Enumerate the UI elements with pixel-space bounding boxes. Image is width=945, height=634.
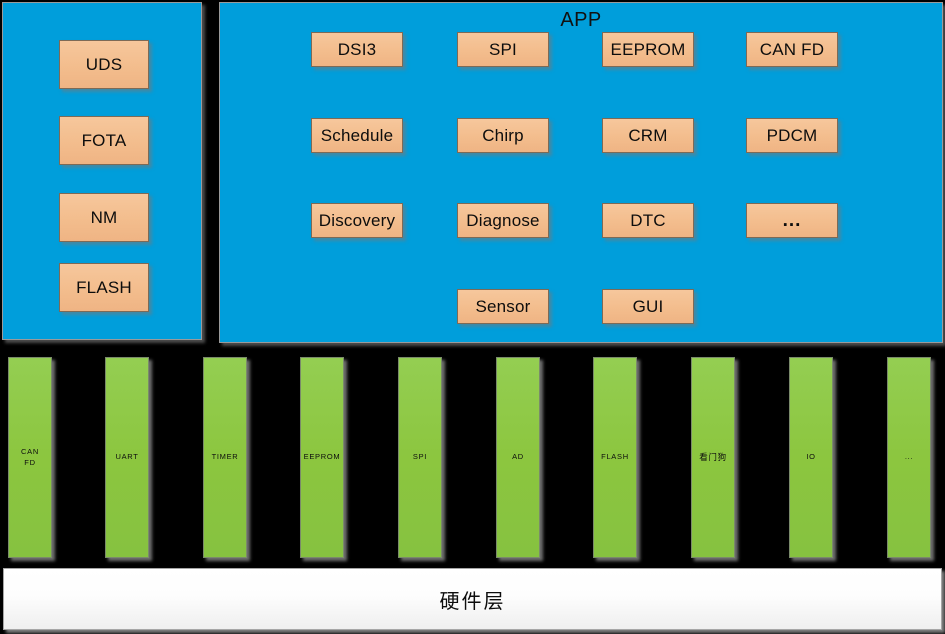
app-module-label: EEPROM [610, 39, 686, 59]
driver-label-line1: ... [904, 452, 914, 462]
driver-label-line1: EEPROM [303, 452, 341, 462]
driver-bar-timer[interactable]: TIMER [203, 357, 247, 558]
driver-bar-more[interactable]: ... [887, 357, 931, 558]
service-box-uds[interactable]: UDS [59, 40, 149, 89]
driver-label-line1: CAN [21, 446, 39, 456]
driver-label: UART [115, 452, 138, 463]
app-module-dsi3[interactable]: DSI3 [311, 32, 403, 67]
driver-label: EEPROM [304, 452, 341, 463]
app-module-label: DSI3 [337, 39, 377, 59]
hardware-layer-label: 硬件层 [439, 590, 506, 613]
app-module-sensor[interactable]: Sensor [457, 289, 549, 324]
service-box-nm[interactable]: NM [59, 193, 149, 242]
driver-bar-eeprom[interactable]: EEPROM [300, 357, 344, 558]
driver-label-line1: 看门狗 [699, 452, 727, 463]
app-module-diagnose[interactable]: Diagnose [457, 203, 549, 238]
service-label: NM [90, 207, 118, 227]
app-module-spi[interactable]: SPI [457, 32, 549, 67]
driver-label-line1: SPI [412, 452, 428, 462]
app-module-label: CRM [628, 125, 668, 145]
driver-bar-watchdog[interactable]: 看门狗 [691, 357, 735, 558]
driver-label-line2: FD [24, 457, 36, 467]
architecture-diagram: UDS FOTA NM FLASH APP DSI3 SPI EEPROM CA… [0, 0, 945, 634]
driver-bar-io[interactable]: IO [789, 357, 833, 558]
services-panel: UDS FOTA NM FLASH [2, 2, 202, 340]
service-label: FOTA [81, 130, 127, 150]
driver-label-line1: IO [806, 452, 816, 462]
driver-label: IO [806, 452, 815, 463]
app-module-more[interactable]: ... [746, 203, 838, 238]
app-module-discovery[interactable]: Discovery [311, 203, 403, 238]
driver-bar-flash[interactable]: FLASH [593, 357, 637, 558]
driver-label: 看门狗 [699, 451, 727, 463]
app-module-crm[interactable]: CRM [602, 118, 694, 153]
app-module-label: DTC [630, 210, 666, 230]
app-module-pdcm[interactable]: PDCM [746, 118, 838, 153]
driver-label-line1: UART [115, 452, 139, 462]
driver-label: CAN FD [21, 447, 39, 469]
app-module-label: Chirp [482, 125, 524, 145]
app-module-gui[interactable]: GUI [602, 289, 694, 324]
app-module-label: Discovery [318, 210, 396, 230]
app-module-label: Sensor [475, 296, 531, 316]
driver-label: FLASH [601, 452, 629, 463]
hardware-layer-bar: 硬件层 [3, 568, 942, 630]
driver-label: SPI [413, 452, 427, 463]
driver-label-line1: TIMER [211, 452, 239, 462]
app-module-label: Schedule [320, 125, 394, 145]
driver-label: AD [512, 452, 524, 463]
driver-bar-spi[interactable]: SPI [398, 357, 442, 558]
driver-bar-uart[interactable]: UART [105, 357, 149, 558]
driver-bar-can-fd[interactable]: CAN FD [8, 357, 52, 558]
driver-bar-ad[interactable]: AD [496, 357, 540, 558]
app-module-label: SPI [488, 39, 517, 59]
app-module-chirp[interactable]: Chirp [457, 118, 549, 153]
service-box-flash[interactable]: FLASH [59, 263, 149, 312]
app-module-label: PDCM [766, 125, 818, 145]
app-module-can-fd[interactable]: CAN FD [746, 32, 838, 67]
driver-label: TIMER [212, 452, 239, 463]
app-module-schedule[interactable]: Schedule [311, 118, 403, 153]
driver-label-line1: AD [512, 452, 524, 462]
app-module-eeprom[interactable]: EEPROM [602, 32, 694, 67]
app-module-label: GUI [632, 296, 664, 316]
app-module-label: ... [782, 209, 802, 231]
app-module-label: Diagnose [466, 210, 540, 230]
service-box-fota[interactable]: FOTA [59, 116, 149, 165]
app-panel-title: APP [560, 9, 602, 31]
driver-label: ... [905, 452, 913, 463]
service-label: FLASH [76, 277, 132, 297]
app-module-dtc[interactable]: DTC [602, 203, 694, 238]
app-module-label: CAN FD [759, 39, 825, 59]
driver-label-line1: FLASH [601, 452, 629, 462]
service-label: UDS [85, 54, 123, 74]
